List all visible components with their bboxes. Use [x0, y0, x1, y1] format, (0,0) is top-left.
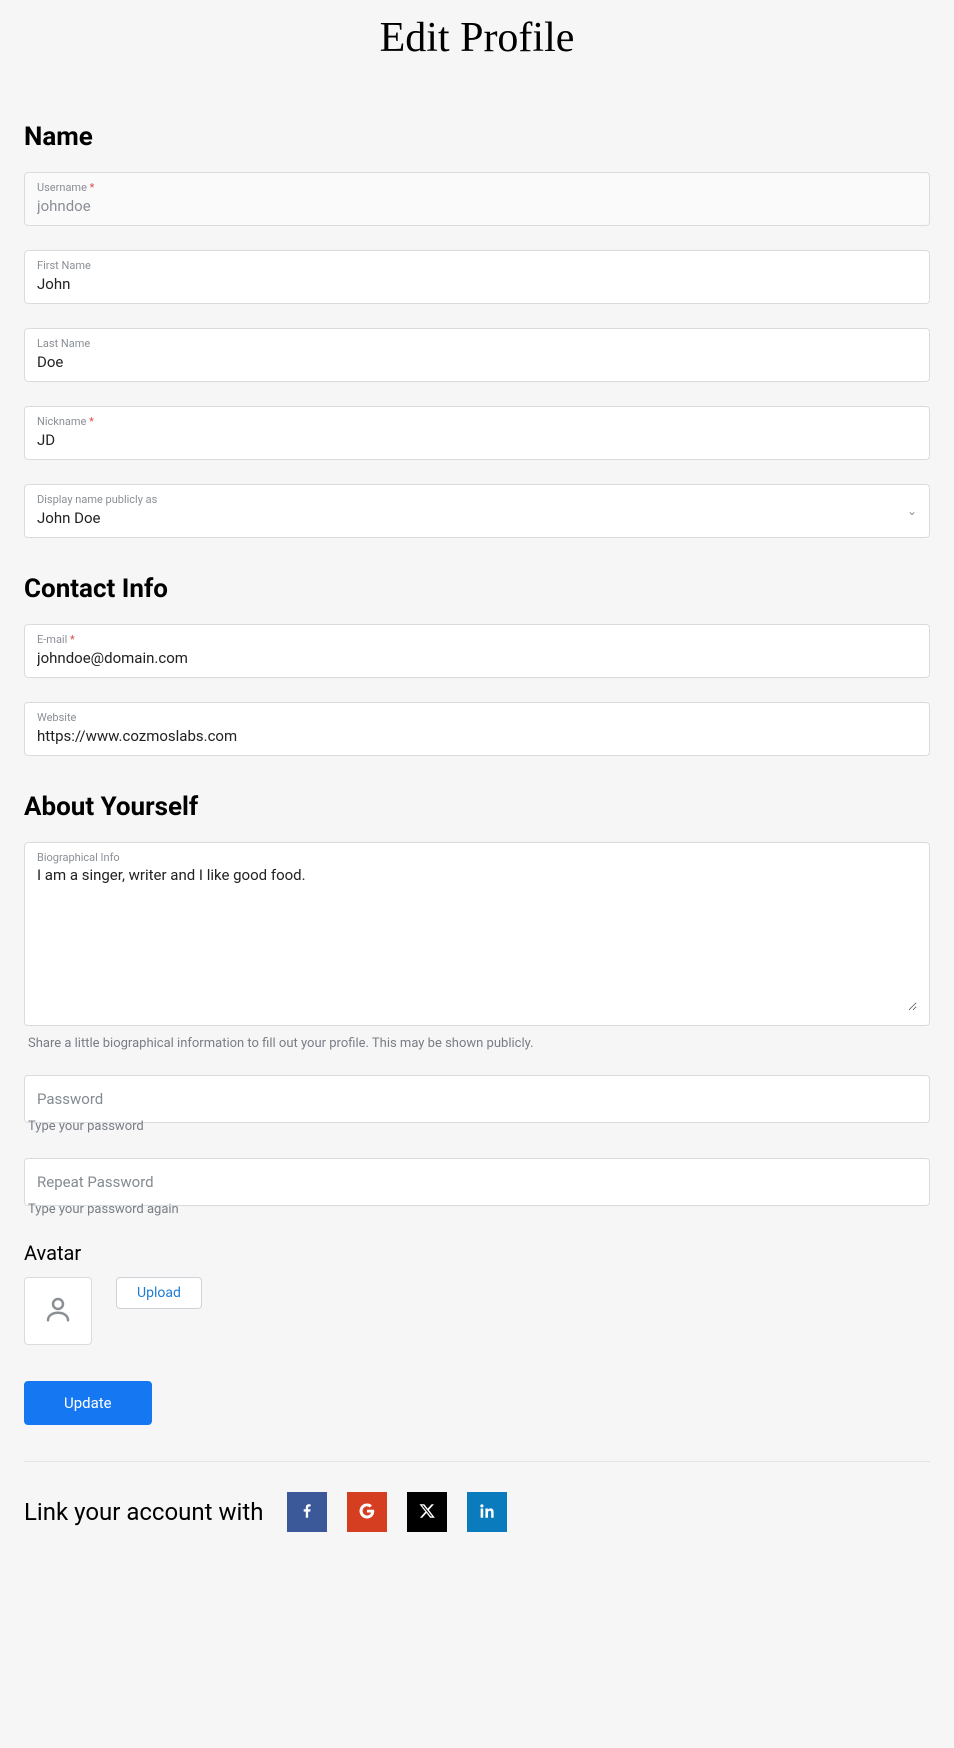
nickname-label: Nickname *	[37, 415, 917, 428]
email-label: E-mail *	[37, 633, 917, 646]
google-link-button[interactable]	[347, 1492, 387, 1532]
website-input[interactable]	[37, 727, 917, 745]
linkedin-icon	[478, 1502, 496, 1523]
google-icon	[358, 1502, 376, 1523]
username-label: Username *	[37, 181, 917, 194]
nickname-field-wrap: Nickname *	[24, 406, 930, 460]
website-label: Website	[37, 711, 917, 724]
divider	[24, 1461, 930, 1462]
link-account-heading: Link your account with	[24, 1498, 263, 1526]
avatar-preview	[24, 1277, 92, 1345]
last-name-label: Last Name	[37, 337, 917, 350]
bio-field-wrap: Biographical Info I am a singer, writer …	[24, 842, 930, 1026]
bio-label: Biographical Info	[37, 851, 917, 864]
username-input	[37, 197, 917, 215]
upload-button[interactable]: Upload	[116, 1277, 202, 1309]
email-input[interactable]	[37, 649, 917, 667]
bio-textarea[interactable]: I am a singer, writer and I like good fo…	[37, 866, 917, 1011]
bio-help: Share a little biographical information …	[28, 1036, 930, 1051]
x-icon	[418, 1502, 436, 1523]
person-icon	[43, 1294, 73, 1328]
display-name-field-wrap: Display name publicly as John Doe ⌄	[24, 484, 930, 538]
password-input[interactable]	[25, 1076, 929, 1122]
email-field-wrap: E-mail *	[24, 624, 930, 678]
section-heading-contact: Contact Info	[24, 574, 930, 604]
password-field-wrap	[24, 1075, 930, 1123]
display-name-label: Display name publicly as	[37, 493, 917, 506]
repeat-password-input[interactable]	[25, 1159, 929, 1205]
nickname-input[interactable]	[37, 431, 917, 449]
first-name-label: First Name	[37, 259, 917, 272]
section-heading-name: Name	[24, 122, 930, 152]
last-name-input[interactable]	[37, 353, 917, 371]
display-name-select[interactable]: John Doe	[37, 509, 917, 527]
section-heading-about: About Yourself	[24, 792, 930, 822]
update-button[interactable]: Update	[24, 1381, 152, 1425]
first-name-field-wrap: First Name	[24, 250, 930, 304]
last-name-field-wrap: Last Name	[24, 328, 930, 382]
x-link-button[interactable]	[407, 1492, 447, 1532]
facebook-icon	[298, 1502, 316, 1523]
username-field-wrap: Username *	[24, 172, 930, 226]
page-title: Edit Profile	[24, 14, 930, 62]
facebook-link-button[interactable]	[287, 1492, 327, 1532]
website-field-wrap: Website	[24, 702, 930, 756]
first-name-input[interactable]	[37, 275, 917, 293]
linkedin-link-button[interactable]	[467, 1492, 507, 1532]
avatar-heading: Avatar	[24, 1241, 930, 1265]
repeat-password-field-wrap	[24, 1158, 930, 1206]
